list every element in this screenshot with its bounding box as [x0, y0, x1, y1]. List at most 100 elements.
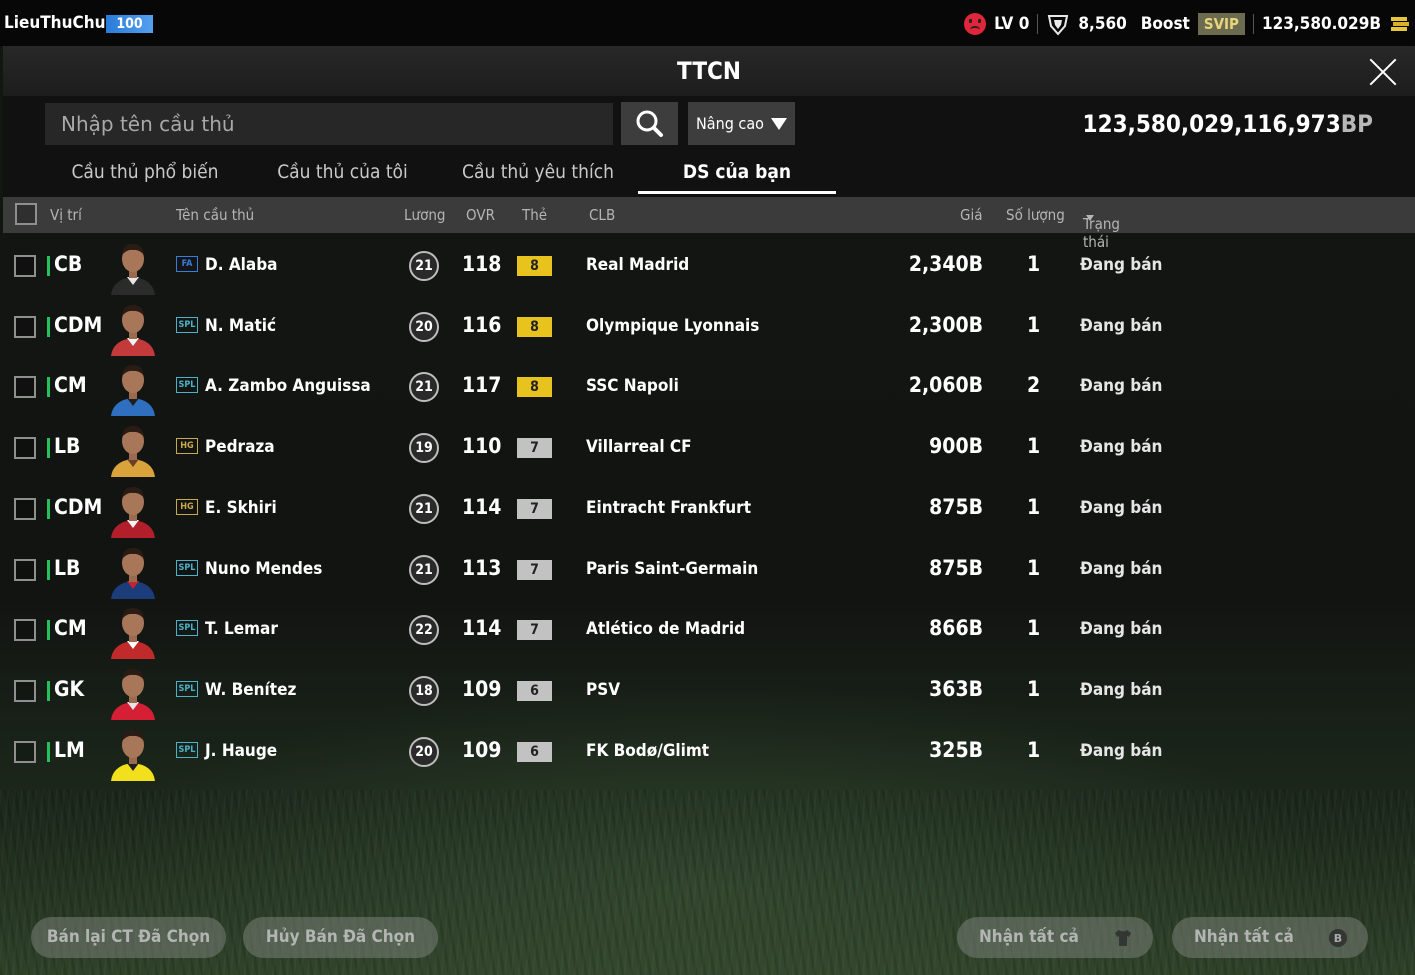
listing-quantity: 1 [1027, 252, 1041, 276]
row-checkbox[interactable] [14, 679, 36, 702]
bp-amount: 123,580,029,116,973 [1082, 110, 1341, 138]
svip-badge: SVIP [1197, 13, 1245, 35]
header-grade[interactable]: Thẻ [522, 206, 547, 224]
upgrade-grade-badge: 7 [517, 498, 552, 519]
row-checkbox[interactable] [14, 437, 36, 460]
player-avatar [105, 360, 161, 417]
header-salary[interactable]: Lương [404, 206, 445, 224]
bp-balance: 123,580,029,116,973BP [1083, 110, 1373, 138]
upgrade-grade-badge: 8 [517, 256, 552, 276]
chevron-down-icon [771, 118, 787, 130]
listing-status: Đang bán [1080, 255, 1163, 275]
player-name[interactable]: D. Alaba [205, 255, 278, 275]
receive-all-coins-button[interactable]: Nhận tất cả B [1172, 917, 1368, 958]
player-name[interactable]: E. Skhiri [205, 498, 277, 518]
tab-your-list[interactable]: DS của bạn [638, 150, 836, 194]
season-badge: SPL [176, 741, 198, 758]
player-avatar [105, 482, 161, 538]
advanced-label: Nâng cao [696, 114, 764, 133]
table-row[interactable]: LB HG Pedraza 19 110 7 Villarreal CF 900B 1 Đang … [3, 418, 1415, 479]
level-badge: 100 [106, 15, 153, 33]
dialog-header: TTCN [3, 46, 1415, 96]
table-row[interactable]: LB SPL Nuno Mendes 21 113 7 Paris Saint-Germai… [3, 540, 1415, 601]
advanced-filter-dropdown[interactable]: Nâng cao [688, 102, 795, 145]
player-ovr: 116 [462, 312, 502, 337]
row-checkbox[interactable] [14, 315, 36, 338]
upgrade-grade-badge: 7 [517, 438, 552, 459]
salary-badge: 21 [409, 372, 439, 403]
header-name[interactable]: Tên cầu thủ [176, 206, 254, 224]
search-button[interactable] [621, 102, 678, 145]
listing-quantity: 1 [1027, 312, 1041, 337]
receive-all-players-button[interactable]: Nhận tất cả [957, 917, 1153, 958]
position-marker [47, 438, 50, 459]
table-row[interactable]: CDM SPL N. Matić 20 116 8 Olympique Lyonnais 2,… [3, 297, 1415, 358]
club-name: PSV [586, 679, 621, 700]
header-position[interactable]: Vị trí [50, 206, 82, 224]
close-button[interactable] [1365, 54, 1401, 90]
row-checkbox[interactable] [14, 740, 36, 763]
caret-down-icon [1086, 215, 1094, 221]
position-marker [47, 316, 50, 337]
table-row[interactable]: CB FA D. Alaba 21 118 8 Real Madrid 2,340B 1 Đang… [3, 236, 1415, 297]
table-row[interactable]: CM SPL T. Lemar 22 114 7 Atlético de Madrid 866… [3, 600, 1415, 661]
player-name[interactable]: J. Hauge [205, 741, 277, 761]
tab-my-players[interactable]: Cầu thủ của tôi [250, 150, 435, 194]
row-checkbox[interactable] [14, 497, 36, 520]
divider [1252, 14, 1254, 34]
player-name[interactable]: W. Benítez [205, 680, 296, 700]
salary-badge: 20 [409, 311, 439, 342]
listing-status: Đang bán [1080, 315, 1163, 336]
row-checkbox[interactable] [14, 558, 36, 581]
upgrade-grade-badge: 8 [517, 377, 552, 398]
table-row[interactable]: LM SPL J. Hauge 20 109 6 FK Bodø/Glimt 325B 1 Đan… [3, 722, 1415, 783]
player-position: GK [54, 676, 85, 701]
player-name[interactable]: Nuno Mendes [205, 559, 322, 579]
header-quantity[interactable]: Số lượng [1006, 206, 1065, 224]
listing-price: 875B [929, 555, 983, 580]
header-ovr[interactable]: OVR [466, 206, 495, 224]
player-name[interactable]: T. Lemar [205, 619, 278, 639]
player-avatar [105, 543, 161, 599]
row-checkbox[interactable] [14, 376, 36, 399]
player-avatar [105, 421, 161, 478]
player-ovr: 117 [462, 373, 502, 398]
table-row[interactable]: CM SPL A. Zambo Anguissa 21 117 8 SSC Napoli 2,… [3, 357, 1415, 418]
player-name[interactable]: N. Matić [205, 316, 276, 336]
select-all-checkbox[interactable] [15, 203, 37, 225]
club-name: SSC Napoli [586, 376, 679, 397]
listing-quantity: 2 [1027, 373, 1041, 398]
search-input[interactable] [45, 103, 613, 145]
tab-favorite-players[interactable]: Cầu thủ yêu thích [443, 150, 633, 194]
dialog-title: TTCN [677, 57, 741, 85]
top-bar: LieuThuChuc 100 LV 0 8,560 Boost SVIP 12… [0, 0, 1415, 46]
table-row[interactable]: GK SPL W. Benítez 18 109 6 PSV 363B 1 Đang bán [3, 661, 1415, 722]
header-price[interactable]: Giá [960, 206, 982, 224]
row-checkbox[interactable] [14, 255, 36, 277]
listing-quantity: 1 [1027, 494, 1041, 519]
player-avatar [105, 300, 161, 356]
player-name[interactable]: Pedraza [205, 437, 275, 457]
player-ovr: 110 [462, 434, 502, 459]
row-checkbox[interactable] [14, 619, 36, 642]
club-name: Paris Saint-Germain [586, 558, 759, 579]
table-row[interactable]: CDM HG E. Skhiri 21 114 7 Eintracht Frankfurt 8… [3, 479, 1415, 540]
tab-popular-players[interactable]: Cầu thủ phổ biến [55, 150, 235, 194]
resell-selected-button[interactable]: Bán lại CT Đã Chọn [31, 917, 226, 958]
upgrade-grade-badge: 8 [517, 316, 552, 337]
trophy-shield-icon [1048, 15, 1069, 36]
player-position: CB [54, 252, 83, 276]
listing-quantity: 1 [1027, 555, 1041, 580]
player-ovr: 109 [462, 737, 502, 762]
salary-badge: 19 [409, 433, 439, 464]
position-marker [47, 741, 50, 762]
salary-badge: 21 [409, 251, 439, 281]
coin-balance: 123,580.029B [1261, 14, 1381, 34]
header-club[interactable]: CLB [589, 206, 615, 224]
search-icon [636, 110, 663, 137]
cancel-selected-button[interactable]: Hủy Bán Đã Chọn [243, 917, 438, 958]
upgrade-grade-badge: 7 [517, 559, 552, 580]
club-name: Atlético de Madrid [586, 619, 746, 640]
player-position: CM [54, 616, 87, 641]
player-name[interactable]: A. Zambo Anguissa [205, 376, 371, 396]
